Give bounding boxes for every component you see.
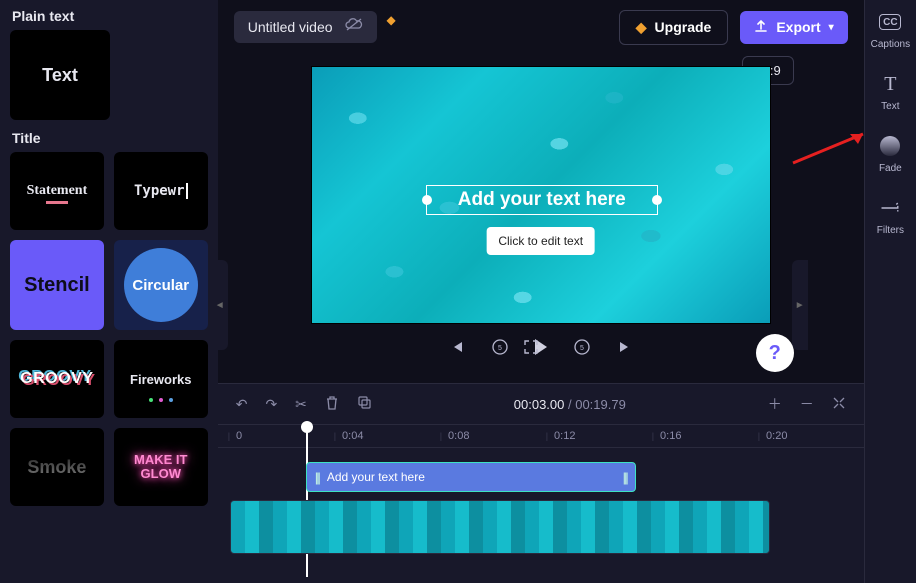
video-canvas[interactable]: Add your text here Click to edit text: [311, 66, 771, 324]
template-stencil[interactable]: Stencil: [10, 240, 104, 330]
title-section-label: Title: [12, 130, 208, 146]
clip-handle-right[interactable]: |||: [623, 470, 627, 485]
upgrade-button[interactable]: ◆ Upgrade: [619, 10, 729, 45]
filters-tab[interactable]: Filters: [877, 196, 904, 236]
export-button[interactable]: Export ▾: [740, 11, 847, 44]
stage: 16:9 Add your text here Click to edit te…: [218, 54, 864, 383]
text-tab[interactable]: T Text: [878, 72, 902, 112]
captions-tab[interactable]: CC Captions: [871, 10, 910, 50]
rewind-5s-button[interactable]: 5: [491, 338, 509, 356]
fireworks-dots: [149, 398, 173, 402]
template-fireworks[interactable]: Fireworks: [114, 340, 208, 418]
premium-gem-icon: ◆: [387, 13, 396, 27]
template-statement[interactable]: Statement: [10, 152, 104, 230]
skip-start-button[interactable]: [449, 339, 465, 355]
ruler-mark: 0: [228, 430, 334, 442]
cloud-sync-off-icon: [345, 18, 363, 36]
svg-text:5: 5: [498, 345, 502, 352]
ruler-mark: 0:16: [652, 430, 758, 442]
text-element-selection[interactable]: Add your text here: [426, 185, 658, 215]
forward-5s-button[interactable]: 5: [573, 338, 591, 356]
skip-end-button[interactable]: [617, 339, 633, 355]
edit-text-tooltip: Click to edit text: [486, 227, 595, 255]
template-plain-text[interactable]: Text: [10, 30, 110, 120]
statement-underline-accent: [46, 201, 68, 204]
magic-wand-icon: [873, 191, 907, 225]
timeline-ruler[interactable]: 0 0:04 0:08 0:12 0:16 0:20: [218, 424, 864, 448]
fade-tab[interactable]: Fade: [878, 134, 902, 174]
editor-main: ◄ ► Untitled video ◆ ◆ Upgrade Export ▾: [218, 0, 864, 583]
top-bar: Untitled video ◆ ◆ Upgrade Export ▾: [218, 0, 864, 54]
redo-button[interactable]: ↷: [265, 396, 277, 413]
add-track-button[interactable]: ＋: [768, 394, 782, 414]
fit-timeline-button[interactable]: [832, 396, 846, 413]
upload-icon: [754, 19, 768, 36]
undo-button[interactable]: ↶: [236, 396, 248, 413]
template-groovy[interactable]: GROOVY: [10, 340, 104, 418]
text-icon: T: [878, 72, 902, 96]
playback-controls: 5 5: [449, 324, 633, 374]
tracks: ||| Add your text here |||: [218, 448, 864, 554]
text-track-clip[interactable]: ||| Add your text here |||: [306, 462, 636, 492]
duplicate-button[interactable]: [357, 395, 372, 413]
zoom-out-button[interactable]: －: [800, 394, 814, 414]
timeline-toolbar: ↶ ↷ ✂ 00:03.00 / 00:19.79 ＋ －: [218, 384, 864, 424]
properties-rail: CC Captions T Text Fade Filters: [864, 0, 916, 583]
project-title[interactable]: Untitled video: [234, 11, 377, 43]
plain-text-section-label: Plain text: [12, 8, 208, 24]
template-typewriter[interactable]: Typewr: [114, 152, 208, 230]
fade-icon: [880, 136, 900, 156]
video-track-clip[interactable]: [230, 500, 770, 554]
ruler-mark: 0:12: [546, 430, 652, 442]
chevron-down-icon: ▾: [829, 22, 834, 33]
timeline: ↶ ↷ ✂ 00:03.00 / 00:19.79 ＋ － 0: [218, 383, 864, 583]
template-smoke[interactable]: Smoke: [10, 428, 104, 506]
resize-handle-left[interactable]: [422, 195, 432, 205]
template-glow[interactable]: MAKE IT GLOW: [114, 428, 208, 506]
text-element-content[interactable]: Add your text here: [427, 186, 657, 214]
cc-icon: CC: [879, 14, 901, 30]
clip-handle-left[interactable]: |||: [315, 470, 319, 485]
resize-handle-right[interactable]: [652, 195, 662, 205]
delete-button[interactable]: [325, 395, 339, 414]
text-templates-panel: Plain text Text Title Statement Typewr S…: [0, 0, 218, 583]
text-track-clip-label: Add your text here: [327, 470, 425, 484]
typewriter-cursor: [186, 183, 188, 199]
split-button[interactable]: ✂: [295, 396, 307, 413]
timeline-timecode: 00:03.00 / 00:19.79: [390, 397, 750, 412]
fullscreen-button[interactable]: [523, 339, 539, 355]
gem-icon: ◆: [636, 19, 647, 36]
svg-text:5: 5: [580, 345, 584, 352]
template-circular[interactable]: Circular: [114, 240, 208, 330]
help-button[interactable]: ?: [756, 334, 794, 372]
ruler-mark: 0:08: [440, 430, 546, 442]
ruler-mark: 0:04: [334, 430, 440, 442]
ruler-mark: 0:20: [758, 430, 864, 442]
